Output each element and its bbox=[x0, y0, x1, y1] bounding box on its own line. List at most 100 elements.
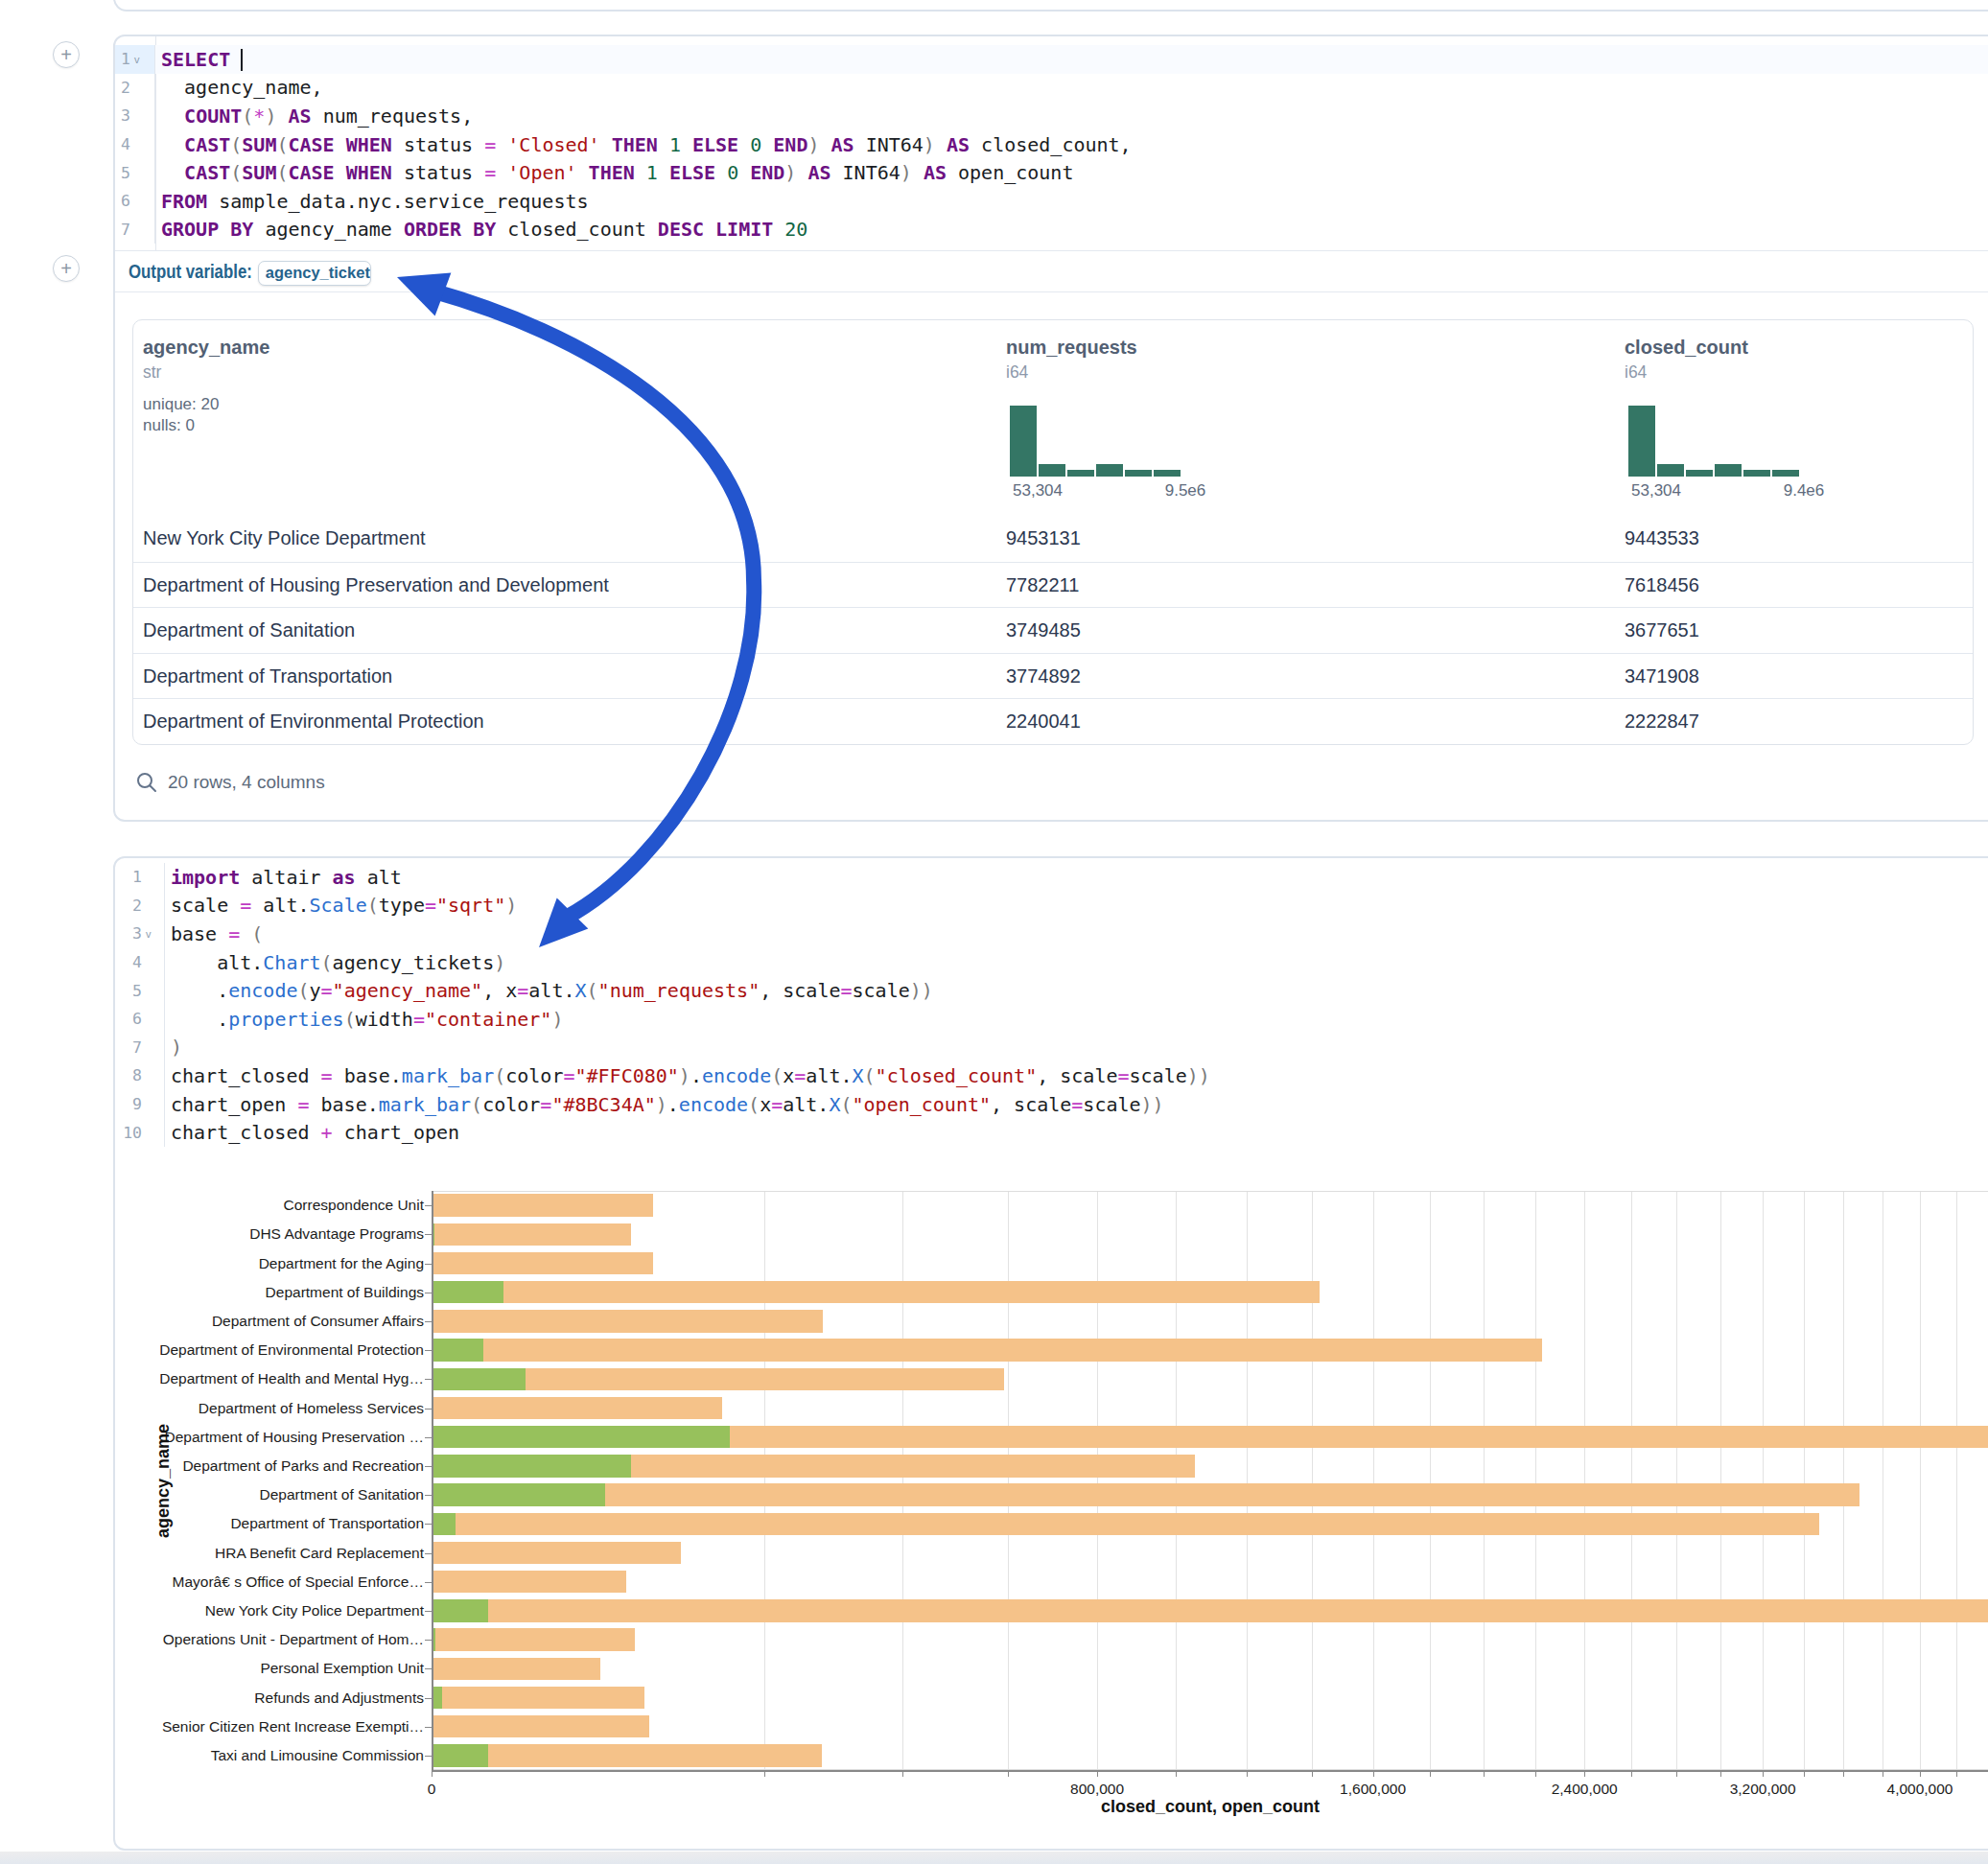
y-axis-tick bbox=[425, 1611, 432, 1612]
table-row[interactable]: Department of Housing Preservation and D… bbox=[133, 562, 1973, 608]
open-count-bar bbox=[433, 1687, 442, 1710]
y-axis-tick bbox=[425, 1466, 432, 1467]
line-number: 2 bbox=[115, 74, 155, 103]
y-axis-label: Department of Housing Preservation … bbox=[136, 1429, 424, 1446]
y-axis-tick bbox=[425, 1727, 432, 1728]
column-type: i64 bbox=[1006, 362, 1028, 383]
sql-editor[interactable]: 1vSELECT2 agency_name,3 COUNT(*) AS num_… bbox=[115, 45, 1988, 244]
code-text: SELECT bbox=[155, 48, 243, 71]
column-header-agency_name[interactable]: agency_name bbox=[143, 337, 269, 359]
x-axis-tick bbox=[1920, 1770, 1921, 1777]
open-count-bar bbox=[433, 1339, 483, 1362]
column-null-count: nulls: 0 bbox=[143, 416, 195, 435]
line-number: 3 bbox=[115, 102, 155, 130]
y-axis-label: Department for the Aging bbox=[136, 1255, 424, 1272]
y-axis-tick bbox=[425, 1582, 432, 1583]
y-axis-tick bbox=[425, 1264, 432, 1265]
closed-count-bar bbox=[433, 1310, 823, 1333]
x-axis-tick-label: 2,400,000 bbox=[1527, 1781, 1642, 1798]
closed-count-bar bbox=[433, 1658, 600, 1681]
table-row[interactable]: Department of Transportation377489234719… bbox=[133, 653, 1973, 699]
x-axis-tick bbox=[1247, 1770, 1248, 1777]
code-text: FROM sample_data.nyc.service_requests bbox=[155, 190, 589, 213]
fold-chevron-icon[interactable]: v bbox=[130, 54, 154, 65]
code-text: agency_name, bbox=[155, 76, 323, 99]
y-axis-tick bbox=[425, 1756, 432, 1757]
code-line-2[interactable]: 2 agency_name, bbox=[115, 74, 1988, 103]
y-axis-label: Personal Exemption Unit bbox=[136, 1660, 424, 1677]
y-axis-tick bbox=[425, 1437, 432, 1438]
y-axis-label: HRA Benefit Card Replacement bbox=[136, 1545, 424, 1562]
y-axis-label: New York City Police Department bbox=[136, 1602, 424, 1619]
x-axis-tick-label: 0 bbox=[374, 1781, 489, 1798]
closed-count-bar bbox=[433, 1744, 822, 1767]
closed-count-bar bbox=[433, 1715, 649, 1738]
table-cell: 9443533 bbox=[1625, 516, 1699, 562]
y-axis-label: Department of Environmental Protection bbox=[136, 1341, 424, 1359]
x-axis-tick bbox=[1484, 1770, 1485, 1777]
x-axis-tick bbox=[1676, 1770, 1677, 1777]
y-axis-label: Taxi and Limousine Commission bbox=[136, 1747, 424, 1764]
column-header-closed_count[interactable]: closed_count bbox=[1625, 337, 1748, 359]
x-axis-tick bbox=[764, 1770, 765, 1777]
add-cell-button-middle[interactable]: + bbox=[53, 255, 80, 282]
y-axis-tick bbox=[425, 1640, 432, 1641]
open-count-bar bbox=[433, 1513, 456, 1536]
y-axis-tick bbox=[425, 1234, 432, 1235]
x-axis-tick-label: 800,000 bbox=[1040, 1781, 1155, 1798]
table-row[interactable]: Department of Environmental Protection22… bbox=[133, 698, 1973, 744]
python-cell: 1import altair as alt2scale = alt.Scale(… bbox=[113, 856, 1988, 1851]
output-variable-chip[interactable]: agency_tickets bbox=[258, 261, 371, 286]
y-axis-tick bbox=[425, 1205, 432, 1206]
output-variable-bar: Output variable: agency_tickets bbox=[115, 250, 1988, 292]
open-count-bar bbox=[433, 1368, 526, 1391]
code-line-6[interactable]: 6FROM sample_data.nyc.service_requests bbox=[115, 187, 1988, 216]
y-axis-label: Refunds and Adjustments bbox=[136, 1689, 424, 1707]
table-cell: Department of Transportation bbox=[143, 654, 392, 700]
table-cell: 3749485 bbox=[1006, 608, 1081, 654]
code-line-5[interactable]: 5 CAST(SUM(CASE WHEN status = 'Open' THE… bbox=[115, 158, 1988, 187]
closed-count-bar bbox=[433, 1194, 653, 1217]
y-axis-tick bbox=[425, 1553, 432, 1554]
y-axis-label: Department of Homeless Services bbox=[136, 1400, 424, 1417]
output-variable-label: Output variable: bbox=[129, 261, 252, 283]
code-line-1[interactable]: 1vSELECT bbox=[115, 45, 1988, 74]
x-axis-tick bbox=[1008, 1770, 1009, 1777]
open-count-bar bbox=[433, 1426, 730, 1449]
x-axis-tick bbox=[1843, 1770, 1844, 1777]
table-cell: 3774892 bbox=[1006, 654, 1081, 700]
y-axis-tick bbox=[425, 1409, 432, 1410]
code-line-3[interactable]: 3 COUNT(*) AS num_requests, bbox=[115, 102, 1988, 130]
code-line-7[interactable]: 7GROUP BY agency_name ORDER BY closed_co… bbox=[115, 216, 1988, 245]
closed-count-bar bbox=[433, 1687, 644, 1710]
y-axis-label: DHS Advantage Programs bbox=[136, 1225, 424, 1243]
table-cell: 7782211 bbox=[1006, 563, 1079, 609]
y-axis-label: Correspondence Unit bbox=[136, 1197, 424, 1214]
histogram-max-label: 9.4e6 bbox=[1766, 481, 1842, 501]
x-axis-tick bbox=[1535, 1770, 1536, 1777]
search-icon[interactable] bbox=[136, 772, 157, 793]
y-axis-label: Department of Health and Mental Hyg… bbox=[136, 1370, 424, 1387]
altair-chart: Correspondence Unit DHS Advantage Program… bbox=[115, 858, 1988, 1849]
next-cell-top-edge bbox=[0, 1852, 1988, 1864]
column-header-num_requests[interactable]: num_requests bbox=[1006, 337, 1137, 359]
add-cell-button-top[interactable]: + bbox=[53, 41, 80, 68]
table-row[interactable]: Department of Sanitation37494853677651 bbox=[133, 607, 1973, 653]
y-axis-tick bbox=[425, 1321, 432, 1322]
y-axis-label: Department of Parks and Recreation bbox=[136, 1457, 424, 1475]
x-axis-tick bbox=[1097, 1770, 1098, 1777]
closed-count-bar bbox=[433, 1628, 635, 1651]
line-number: 4 bbox=[115, 130, 155, 159]
code-line-4[interactable]: 4 CAST(SUM(CASE WHEN status = 'Closed' T… bbox=[115, 130, 1988, 159]
line-number: 5 bbox=[115, 158, 155, 187]
closed-count-bar bbox=[433, 1281, 1320, 1304]
table-row[interactable]: New York City Police Department945313194… bbox=[133, 516, 1973, 562]
table-cell: Department of Housing Preservation and D… bbox=[143, 563, 609, 609]
y-axis-tick bbox=[425, 1698, 432, 1699]
closed-count-bar bbox=[433, 1513, 1819, 1536]
closed-count-bar bbox=[433, 1542, 681, 1565]
x-axis-tick bbox=[1804, 1770, 1805, 1777]
histogram-max-label: 9.5e6 bbox=[1147, 481, 1224, 501]
x-axis-title: closed_count, open_count bbox=[635, 1797, 1786, 1817]
y-axis-label: Senior Citizen Rent Increase Exempti… bbox=[136, 1718, 424, 1736]
